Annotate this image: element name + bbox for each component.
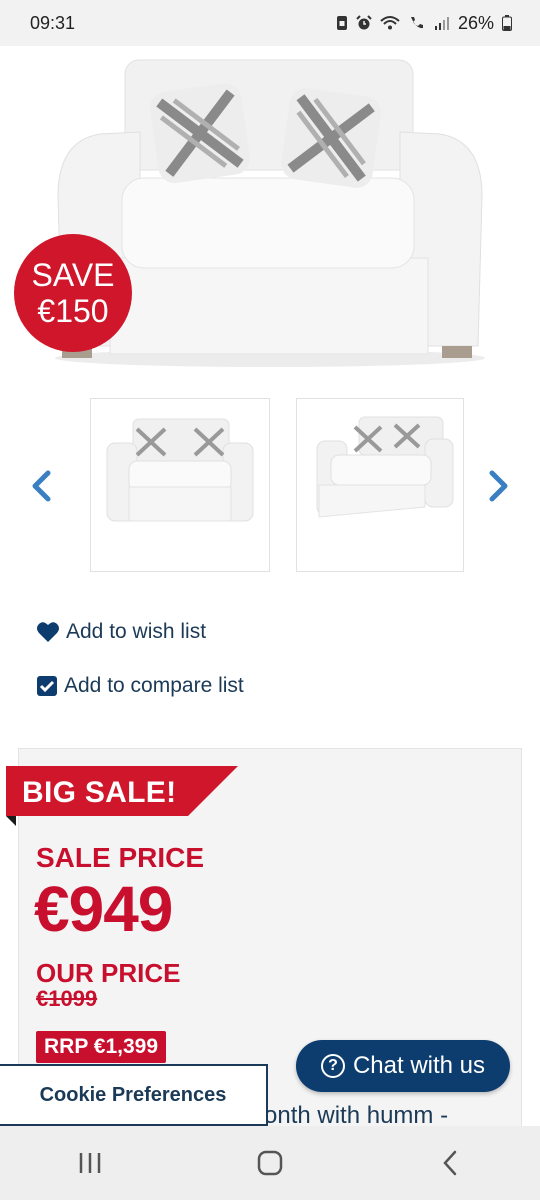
status-time: 09:31 xyxy=(30,12,76,33)
status-icons: 26% xyxy=(336,13,512,34)
sofa-angle-thumbnail[interactable] xyxy=(296,398,464,572)
carousel-next-button[interactable] xyxy=(484,466,514,506)
big-sale-text: BIG SALE! xyxy=(22,776,177,809)
add-to-compare-link[interactable]: Add to compare list xyxy=(36,674,244,698)
home-icon xyxy=(257,1150,283,1176)
heart-icon xyxy=(37,622,59,642)
home-button[interactable] xyxy=(240,1138,300,1188)
chat-label: Chat with us xyxy=(352,1052,486,1079)
our-price-value: €1099 xyxy=(36,986,98,1011)
save-badge: SAVE €150 xyxy=(14,234,132,352)
carousel-prev-button[interactable] xyxy=(26,466,56,506)
save-badge-amount: €150 xyxy=(37,293,109,329)
battery-percent: 26% xyxy=(457,12,494,33)
signal-icon xyxy=(434,17,449,30)
status-bar: 09:31 26% xyxy=(0,0,540,46)
recent-apps-button[interactable] xyxy=(60,1138,120,1188)
sale-price-value: €949 xyxy=(34,873,173,945)
our-price-label: OUR PRICE xyxy=(36,958,181,988)
cookie-preferences-button[interactable]: Cookie Preferences xyxy=(0,1064,268,1126)
wifi-icon xyxy=(380,16,400,30)
checkbox-checked-icon xyxy=(37,676,57,696)
system-nav-bar xyxy=(0,1126,540,1200)
battery-icon xyxy=(502,15,512,31)
sale-price-label: SALE PRICE xyxy=(36,842,205,873)
back-button[interactable] xyxy=(420,1138,480,1188)
thumbnail-carousel xyxy=(0,396,540,574)
save-badge-line1: SAVE xyxy=(31,257,115,293)
sofa-front-thumbnail[interactable] xyxy=(90,398,270,572)
cookie-preferences-label: Cookie Preferences xyxy=(39,1083,227,1106)
compare-label: Add to compare list xyxy=(64,674,244,697)
add-to-wishlist-link[interactable]: Add to wish list xyxy=(36,620,206,644)
call-icon xyxy=(410,17,423,29)
thumbnail-image-angle xyxy=(316,416,454,518)
chevron-right-icon xyxy=(489,470,508,502)
rrp-badge: RRP €1,399 xyxy=(36,1031,167,1063)
alarm-icon xyxy=(356,15,372,30)
recent-apps-icon xyxy=(79,1153,101,1173)
sim-icon xyxy=(336,16,347,30)
chat-with-us-button[interactable]: ? Chat with us xyxy=(296,1040,510,1092)
chevron-left-icon xyxy=(32,470,51,502)
thumbnail-image-front xyxy=(106,418,254,522)
back-icon xyxy=(443,1150,457,1176)
question-icon: ? xyxy=(320,1054,345,1078)
wishlist-label: Add to wish list xyxy=(66,620,207,643)
